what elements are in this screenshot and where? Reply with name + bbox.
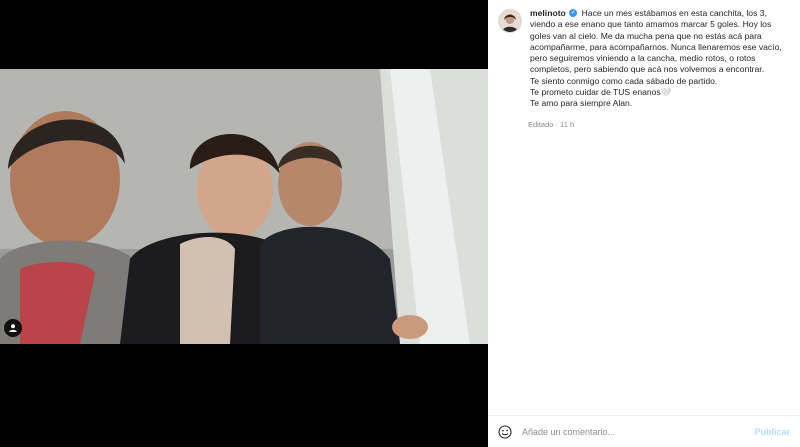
post-photo[interactable] [0,69,488,344]
username-link[interactable]: melinoto [530,8,566,18]
publish-button[interactable]: Publicar [754,427,790,437]
verified-badge-icon: ✓ [569,9,578,18]
post-meta: Editado · 11 h [528,119,575,129]
emoji-button[interactable] [498,424,512,439]
caption-line-4: Te amo para siempre Alan. [530,98,633,109]
post-details-panel: melinoto ✓ Hace un mes estábamos en esta… [488,0,800,447]
media-panel [0,0,488,447]
caption-text: melinoto ✓ Hace un mes estábamos en esta… [530,8,790,110]
post-caption-block: melinoto ✓ Hace un mes estábamos en esta… [488,0,800,129]
post-timestamp[interactable]: 11 h [560,120,574,129]
edited-label: Editado [528,119,554,129]
user-tag-icon [9,324,17,332]
emoji-icon [498,424,512,439]
comment-bar: Publicar [488,415,800,447]
caption-line-3: Te prometo cuidar de TUS enanos🤍 [530,87,672,98]
comment-input[interactable] [522,426,742,437]
user-tag-button[interactable] [4,319,22,337]
avatar[interactable] [498,9,522,33]
caption-line-2: Te siento conmigo como cada sábado de pa… [530,75,718,86]
caption-line-1: Hace un mes estábamos en esta canchita, … [530,8,782,75]
